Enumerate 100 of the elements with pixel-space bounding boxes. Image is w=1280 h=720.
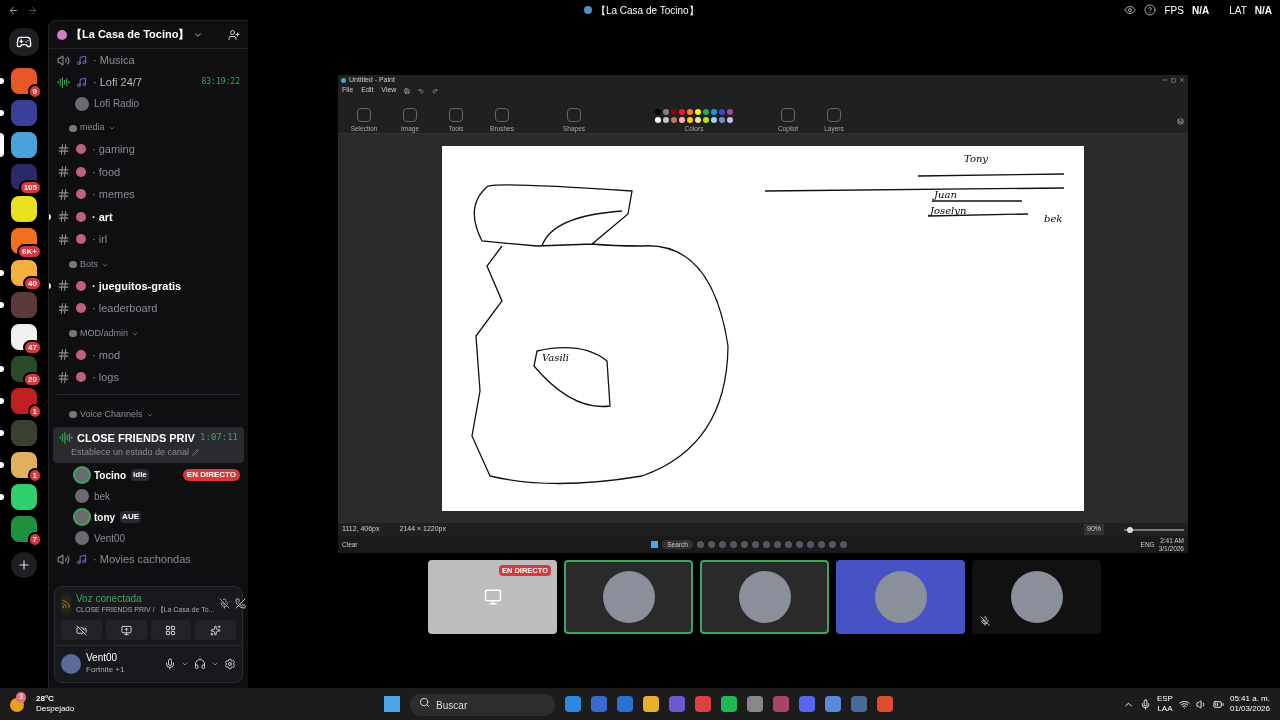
channel-name[interactable]: · memes: [92, 186, 135, 203]
color-swatch[interactable]: [727, 117, 733, 123]
color-swatch[interactable]: [679, 109, 685, 115]
color-swatch[interactable]: [687, 109, 693, 115]
server-icon[interactable]: [11, 484, 37, 510]
plus-icon: [17, 558, 31, 572]
color-swatch[interactable]: [663, 117, 669, 123]
tool-icon[interactable]: [449, 108, 463, 122]
app-icon[interactable]: [825, 696, 842, 712]
app-icon[interactable]: [643, 696, 660, 712]
color-swatch[interactable]: [719, 117, 725, 123]
participant-tile[interactable]: [564, 560, 693, 634]
color-swatch[interactable]: [671, 117, 677, 123]
channel-name[interactable]: · art: [92, 208, 113, 225]
zoom-slider[interactable]: [1124, 528, 1184, 531]
color-swatch[interactable]: [663, 109, 669, 115]
participant-tile[interactable]: [836, 560, 965, 634]
canvas[interactable]: Tony Juan Joselyn bek Vasili: [442, 146, 1084, 511]
color-swatch[interactable]: [687, 117, 693, 123]
category-name[interactable]: Bots: [80, 257, 98, 272]
channel-name[interactable]: · Musica: [93, 51, 135, 69]
disconnect-icon: [235, 598, 247, 610]
tool-icon[interactable]: [403, 108, 417, 122]
channel-name[interactable]: · jueguitos-gratis: [92, 277, 182, 294]
server-icon[interactable]: [11, 356, 37, 382]
tool-icon[interactable]: [781, 108, 795, 122]
server-icon[interactable]: [11, 132, 37, 158]
add-server-button[interactable]: [11, 552, 37, 578]
channel-name[interactable]: · food: [92, 163, 121, 180]
color-swatch[interactable]: [703, 109, 709, 115]
channel-name[interactable]: · Lofi 24/7: [93, 73, 142, 91]
channel-name[interactable]: · irl: [92, 231, 108, 248]
weather-icon: [10, 698, 24, 712]
category-name[interactable]: Voice Channels: [80, 407, 143, 422]
tool-icon[interactable]: [357, 108, 371, 122]
app-icon[interactable]: [695, 696, 712, 712]
start-icon[interactable]: [651, 541, 659, 548]
app-icon[interactable]: [747, 696, 764, 712]
member-name[interactable]: bek: [94, 488, 111, 504]
undo-icon: [418, 87, 425, 94]
app-icon[interactable]: [565, 696, 582, 712]
activities-button[interactable]: [150, 620, 192, 640]
color-swatch[interactable]: [695, 109, 701, 115]
participant-tile[interactable]: [972, 560, 1101, 634]
app-icon[interactable]: [617, 696, 634, 712]
discord-logo-icon[interactable]: [9, 28, 39, 56]
color-swatch[interactable]: [655, 117, 661, 123]
member-name[interactable]: tony: [94, 509, 116, 525]
member-name[interactable]: Lofi Radio: [94, 96, 140, 111]
server-icon[interactable]: [11, 324, 37, 350]
keyboard-layout[interactable]: LAA: [1157, 704, 1173, 714]
participant-tile[interactable]: [700, 560, 829, 634]
redo-icon: [432, 87, 439, 94]
server-icon[interactable]: [11, 260, 37, 286]
color-swatch[interactable]: [711, 117, 717, 123]
app-icon[interactable]: [799, 696, 816, 712]
tool-icon[interactable]: [495, 108, 509, 122]
minimize-icon: [1162, 77, 1168, 83]
channel-name[interactable]: · leaderboard: [92, 300, 158, 317]
category-name[interactable]: media: [80, 121, 105, 135]
member-name[interactable]: Tocino: [94, 467, 127, 483]
color-swatch[interactable]: [711, 109, 717, 115]
category-name[interactable]: MOD/admin: [80, 326, 128, 341]
member-name[interactable]: Vent00: [94, 530, 126, 546]
channel-name[interactable]: · logs: [92, 369, 119, 386]
screen-share-button[interactable]: [105, 620, 147, 640]
server-icon[interactable]: [11, 196, 37, 222]
search-icon: [419, 696, 431, 708]
search-field[interactable]: Buscar: [410, 694, 556, 717]
color-swatch[interactable]: [719, 109, 725, 115]
app-icon[interactable]: [721, 696, 738, 712]
language[interactable]: ESP: [1156, 694, 1173, 704]
channel-name[interactable]: · Movies cachondas: [93, 551, 191, 568]
avatar: [602, 571, 655, 623]
channel-name[interactable]: · mod: [92, 346, 121, 363]
voice-channel[interactable]: CLOSE FRIENDS PRIV 1:07:11 Establece un estado de canal: [53, 426, 244, 463]
server-header[interactable]: 【La Casa de Tocino】: [49, 21, 248, 49]
chevron-icon: [211, 660, 219, 668]
color-swatch[interactable]: [671, 109, 677, 115]
camera-button[interactable]: [61, 620, 102, 640]
tool-icon[interactable]: [827, 108, 841, 122]
color-swatch[interactable]: [655, 109, 661, 115]
badge: 6K+: [17, 244, 42, 259]
server-icon[interactable]: [11, 68, 37, 94]
hash-icon: [57, 348, 70, 362]
start-icon[interactable]: [384, 696, 401, 712]
color-swatch[interactable]: [679, 117, 685, 123]
server-icon[interactable]: [11, 452, 37, 478]
category-icon: [69, 261, 77, 268]
hash-icon: [57, 370, 70, 384]
color-swatch[interactable]: [695, 117, 701, 123]
soundboard-button[interactable]: [195, 620, 236, 640]
user-avatar[interactable]: [61, 654, 81, 674]
slider-thumb[interactable]: [1127, 526, 1133, 533]
channel-name[interactable]: · gaming: [92, 141, 135, 158]
app-icon[interactable]: [877, 696, 894, 712]
color-swatch[interactable]: [727, 109, 733, 115]
tool-icon[interactable]: [567, 108, 581, 122]
color-swatch[interactable]: [703, 117, 709, 123]
maximize-icon: [1171, 77, 1176, 83]
